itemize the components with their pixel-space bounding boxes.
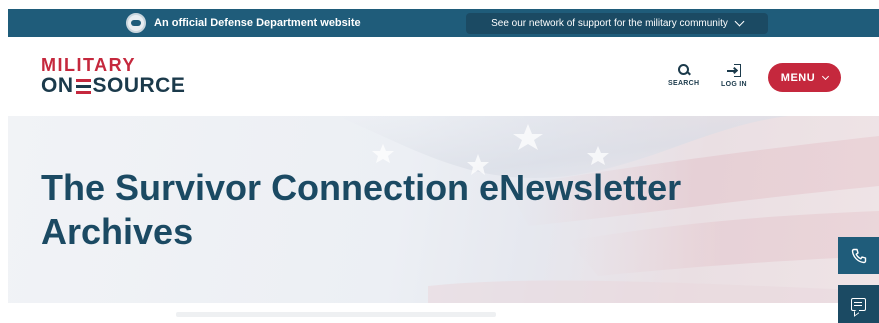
dod-seal-icon	[126, 13, 146, 33]
official-site-notice: An official Defense Department website	[126, 9, 361, 37]
official-site-banner: An official Defense Department website S…	[8, 9, 879, 37]
search-icon	[677, 64, 690, 76]
chevron-down-icon	[734, 16, 745, 27]
site-header: MILITARY ON SOURCE SEARCH LOG IN MENU	[8, 37, 879, 116]
menu-label: MENU	[780, 71, 816, 84]
logo-on-text: ON	[41, 74, 74, 97]
chat-icon	[851, 297, 866, 311]
hero-banner: The Survivor Connection eNewsletter Arch…	[8, 116, 879, 303]
page-title: The Survivor Connection eNewsletter Arch…	[41, 166, 761, 254]
login-icon	[726, 64, 741, 77]
login-button[interactable]: LOG IN	[721, 64, 747, 88]
faded-content-line	[176, 312, 496, 317]
flag-stripes-icon	[75, 78, 91, 94]
live-chat-button[interactable]	[838, 285, 879, 323]
logo-military-text: MILITARY	[41, 55, 136, 75]
content-area	[0, 303, 879, 323]
login-label: LOG IN	[721, 81, 747, 88]
official-site-text: An official Defense Department website	[154, 17, 361, 29]
page-title-line-2: Archives	[41, 211, 194, 252]
network-support-label: See our network of support for the milit…	[491, 18, 728, 29]
chevron-down-icon	[822, 72, 830, 80]
search-button[interactable]: SEARCH	[668, 64, 699, 87]
military-onesource-logo[interactable]: MILITARY ON SOURCE	[41, 56, 185, 97]
menu-button[interactable]: MENU	[768, 63, 841, 92]
search-label: SEARCH	[668, 80, 700, 87]
call-support-button[interactable]	[838, 237, 879, 274]
logo-source-text: SOURCE	[92, 74, 186, 97]
network-support-button[interactable]: See our network of support for the milit…	[466, 13, 768, 34]
phone-icon	[851, 248, 866, 263]
page-title-line-1: The Survivor Connection eNewsletter	[41, 167, 682, 208]
logo-onesource: ON SOURCE	[41, 75, 185, 97]
